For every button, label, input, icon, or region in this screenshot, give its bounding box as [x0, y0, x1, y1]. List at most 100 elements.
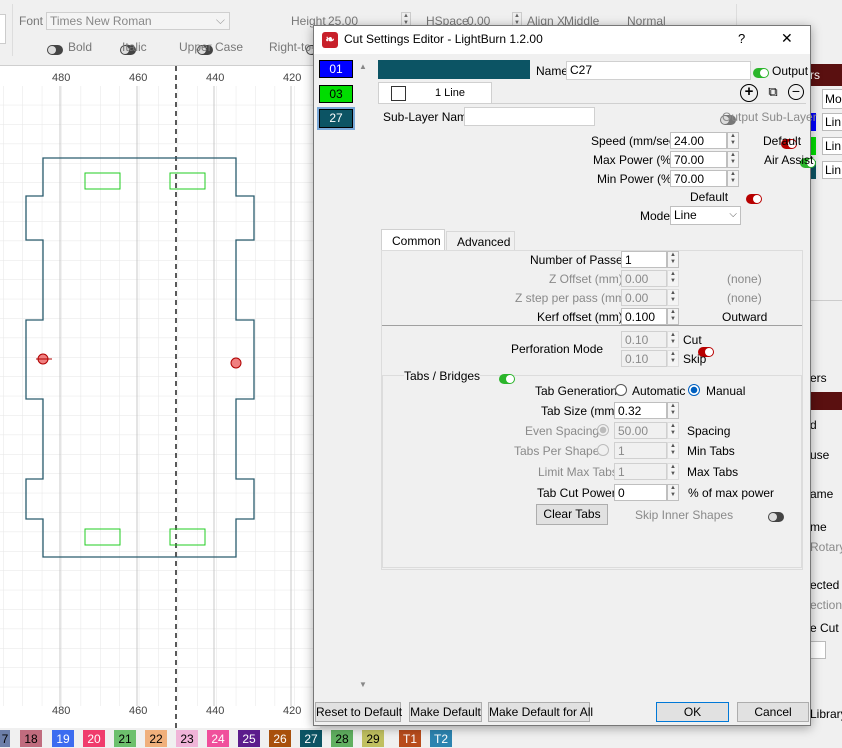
- layer-mode-cell[interactable]: Lin: [822, 113, 842, 131]
- limit-max-tabs-label: Limit Max Tabs: [538, 465, 618, 479]
- layer-mode-cell[interactable]: Lin: [822, 137, 842, 155]
- bold-toggle[interactable]: [47, 44, 63, 55]
- layer-list-scrollbar[interactable]: ▲ ▼: [357, 56, 371, 696]
- palette-swatch-t2[interactable]: T2: [430, 730, 452, 747]
- even-spacing-input[interactable]: 50.00: [614, 422, 667, 439]
- layer-mode-cell[interactable]: Lin: [822, 161, 842, 179]
- palette-swatch-24[interactable]: 24: [207, 730, 229, 747]
- scroll-down-arrow[interactable]: ▼: [359, 680, 367, 689]
- min-power-input[interactable]: 70.00: [670, 170, 727, 187]
- ruler-bottom-label: 460: [129, 705, 148, 717]
- scroll-up-arrow[interactable]: ▲: [359, 62, 367, 71]
- right-panel-text[interactable]: Rotary: [810, 540, 842, 554]
- palette-swatch-23[interactable]: 23: [176, 730, 198, 747]
- clear-tabs-button[interactable]: Clear Tabs: [536, 504, 608, 525]
- palette-swatch-7[interactable]: 7: [0, 730, 10, 747]
- perf-cut-spinner[interactable]: ▲ ▼: [667, 331, 679, 348]
- palette-swatch-25[interactable]: 25: [238, 730, 260, 747]
- help-button[interactable]: ?: [738, 31, 745, 46]
- add-sublayer-icon[interactable]: +: [740, 84, 758, 102]
- tab-cut-power-spinner[interactable]: ▲ ▼: [667, 484, 679, 501]
- passes-input[interactable]: 1: [621, 251, 667, 268]
- max-power-label: Max Power (%): [593, 153, 676, 167]
- palette-swatch-26[interactable]: 26: [269, 730, 291, 747]
- remove-sublayer-icon[interactable]: −: [788, 84, 804, 100]
- reset-to-default-button[interactable]: Reset to Default: [315, 702, 402, 722]
- sublayer-name-input[interactable]: [464, 107, 595, 126]
- ruler-bottom-label: 420: [283, 705, 302, 717]
- layer-item-27[interactable]: 27: [319, 109, 353, 128]
- z-offset-spinner[interactable]: ▲ ▼: [667, 270, 679, 287]
- ruler-bottom-label: 480: [52, 705, 71, 717]
- tab-size-spinner[interactable]: ▲ ▼: [667, 402, 679, 419]
- palette-swatch-21[interactable]: 21: [114, 730, 136, 747]
- automatic-label: Automatic: [632, 384, 686, 398]
- tabs-per-shape-radio[interactable]: [597, 444, 609, 456]
- tab-size-input[interactable]: 0.32: [614, 402, 667, 419]
- perf-cut-input[interactable]: 0.10: [621, 331, 667, 348]
- dialog-titlebar: ❧ Cut Settings Editor - LightBurn 1.2.00…: [314, 26, 810, 54]
- palette-swatch-22[interactable]: 22: [145, 730, 167, 747]
- tabs-per-shape-spinner[interactable]: ▲ ▼: [667, 442, 679, 459]
- layers-tab-label[interactable]: ers: [810, 371, 827, 385]
- power-default-toggle[interactable]: [746, 193, 763, 204]
- z-offset-input[interactable]: 0.00: [621, 270, 667, 287]
- palette-swatch-29[interactable]: 29: [362, 730, 384, 747]
- mode-select[interactable]: Line ⌵: [670, 206, 741, 225]
- max-power-spinner[interactable]: ▲ ▼: [727, 151, 739, 168]
- kerf-spinner[interactable]: ▲ ▼: [667, 308, 679, 325]
- tabs-per-shape-input[interactable]: 1: [614, 442, 667, 459]
- perf-skip-input[interactable]: 0.10: [621, 350, 667, 367]
- tab-common[interactable]: Common: [381, 229, 445, 250]
- tab-advanced[interactable]: Advanced: [446, 231, 515, 250]
- limit-max-tabs-input[interactable]: 1: [614, 463, 667, 480]
- palette-swatch-20[interactable]: 20: [83, 730, 105, 747]
- ok-button[interactable]: OK: [656, 702, 729, 722]
- speed-input[interactable]: 24.00: [670, 132, 727, 149]
- palette-swatch-18[interactable]: 18: [20, 730, 42, 747]
- right-panel-text[interactable]: ection: [810, 598, 842, 612]
- copy-sublayer-icon[interactable]: ⧉: [764, 84, 782, 102]
- library-tab-label[interactable]: Library: [810, 707, 842, 721]
- automatic-radio[interactable]: [615, 384, 627, 396]
- z-step-input[interactable]: 0.00: [621, 289, 667, 306]
- right-panel-text[interactable]: use: [810, 448, 829, 462]
- even-spacing-radio[interactable]: [597, 424, 609, 436]
- palette-swatch-19[interactable]: 19: [52, 730, 74, 747]
- min-tabs-label: Min Tabs: [687, 444, 735, 458]
- skip-inner-shapes-toggle[interactable]: [767, 511, 784, 522]
- sublayer-tab[interactable]: 1 Line: [378, 82, 492, 103]
- palette-swatch-28[interactable]: 28: [331, 730, 353, 747]
- toolbar-edge-button[interactable]: [0, 14, 6, 44]
- name-input[interactable]: C27: [566, 61, 751, 80]
- right-panel-field[interactable]: [810, 641, 826, 659]
- design-canvas[interactable]: 480 460 440 420 480 460 440 420: [0, 66, 320, 728]
- z-step-spinner[interactable]: ▲ ▼: [667, 289, 679, 306]
- output-toggle[interactable]: [753, 67, 769, 78]
- min-power-spinner[interactable]: ▲ ▼: [727, 170, 739, 187]
- speed-spinner[interactable]: ▲ ▼: [727, 132, 739, 149]
- right-panel-text[interactable]: ame: [810, 487, 833, 501]
- make-default-for-all-button[interactable]: Make Default for All: [488, 702, 593, 722]
- palette-swatch-27[interactable]: 27: [300, 730, 322, 747]
- cancel-button[interactable]: Cancel: [737, 702, 809, 722]
- layer-item-01[interactable]: 01: [319, 60, 353, 78]
- layer-item-03[interactable]: 03: [319, 85, 353, 103]
- tab-cut-power-input[interactable]: 0: [614, 484, 667, 501]
- font-select[interactable]: Times New Roman ⌵: [46, 12, 230, 30]
- even-spacing-spinner[interactable]: ▲ ▼: [667, 422, 679, 439]
- right-panel-text[interactable]: ected C: [810, 578, 842, 592]
- mode-column-header: Mo: [822, 89, 842, 109]
- passes-spinner[interactable]: ▲ ▼: [667, 251, 679, 268]
- limit-max-tabs-spinner[interactable]: ▲ ▼: [667, 463, 679, 480]
- right-panel-text[interactable]: e Cut P: [810, 621, 842, 635]
- make-default-button[interactable]: Make Default: [409, 702, 482, 722]
- perf-skip-spinner[interactable]: ▲ ▼: [667, 350, 679, 367]
- sublayer-color-swatch[interactable]: [391, 86, 406, 101]
- close-button[interactable]: ✕: [781, 30, 793, 47]
- max-power-input[interactable]: 70.00: [670, 151, 727, 168]
- manual-radio[interactable]: [688, 384, 700, 396]
- kerf-input[interactable]: 0.100: [621, 308, 667, 325]
- palette-swatch-t1[interactable]: T1: [399, 730, 421, 747]
- tabs-bridges-toggle[interactable]: [499, 373, 516, 384]
